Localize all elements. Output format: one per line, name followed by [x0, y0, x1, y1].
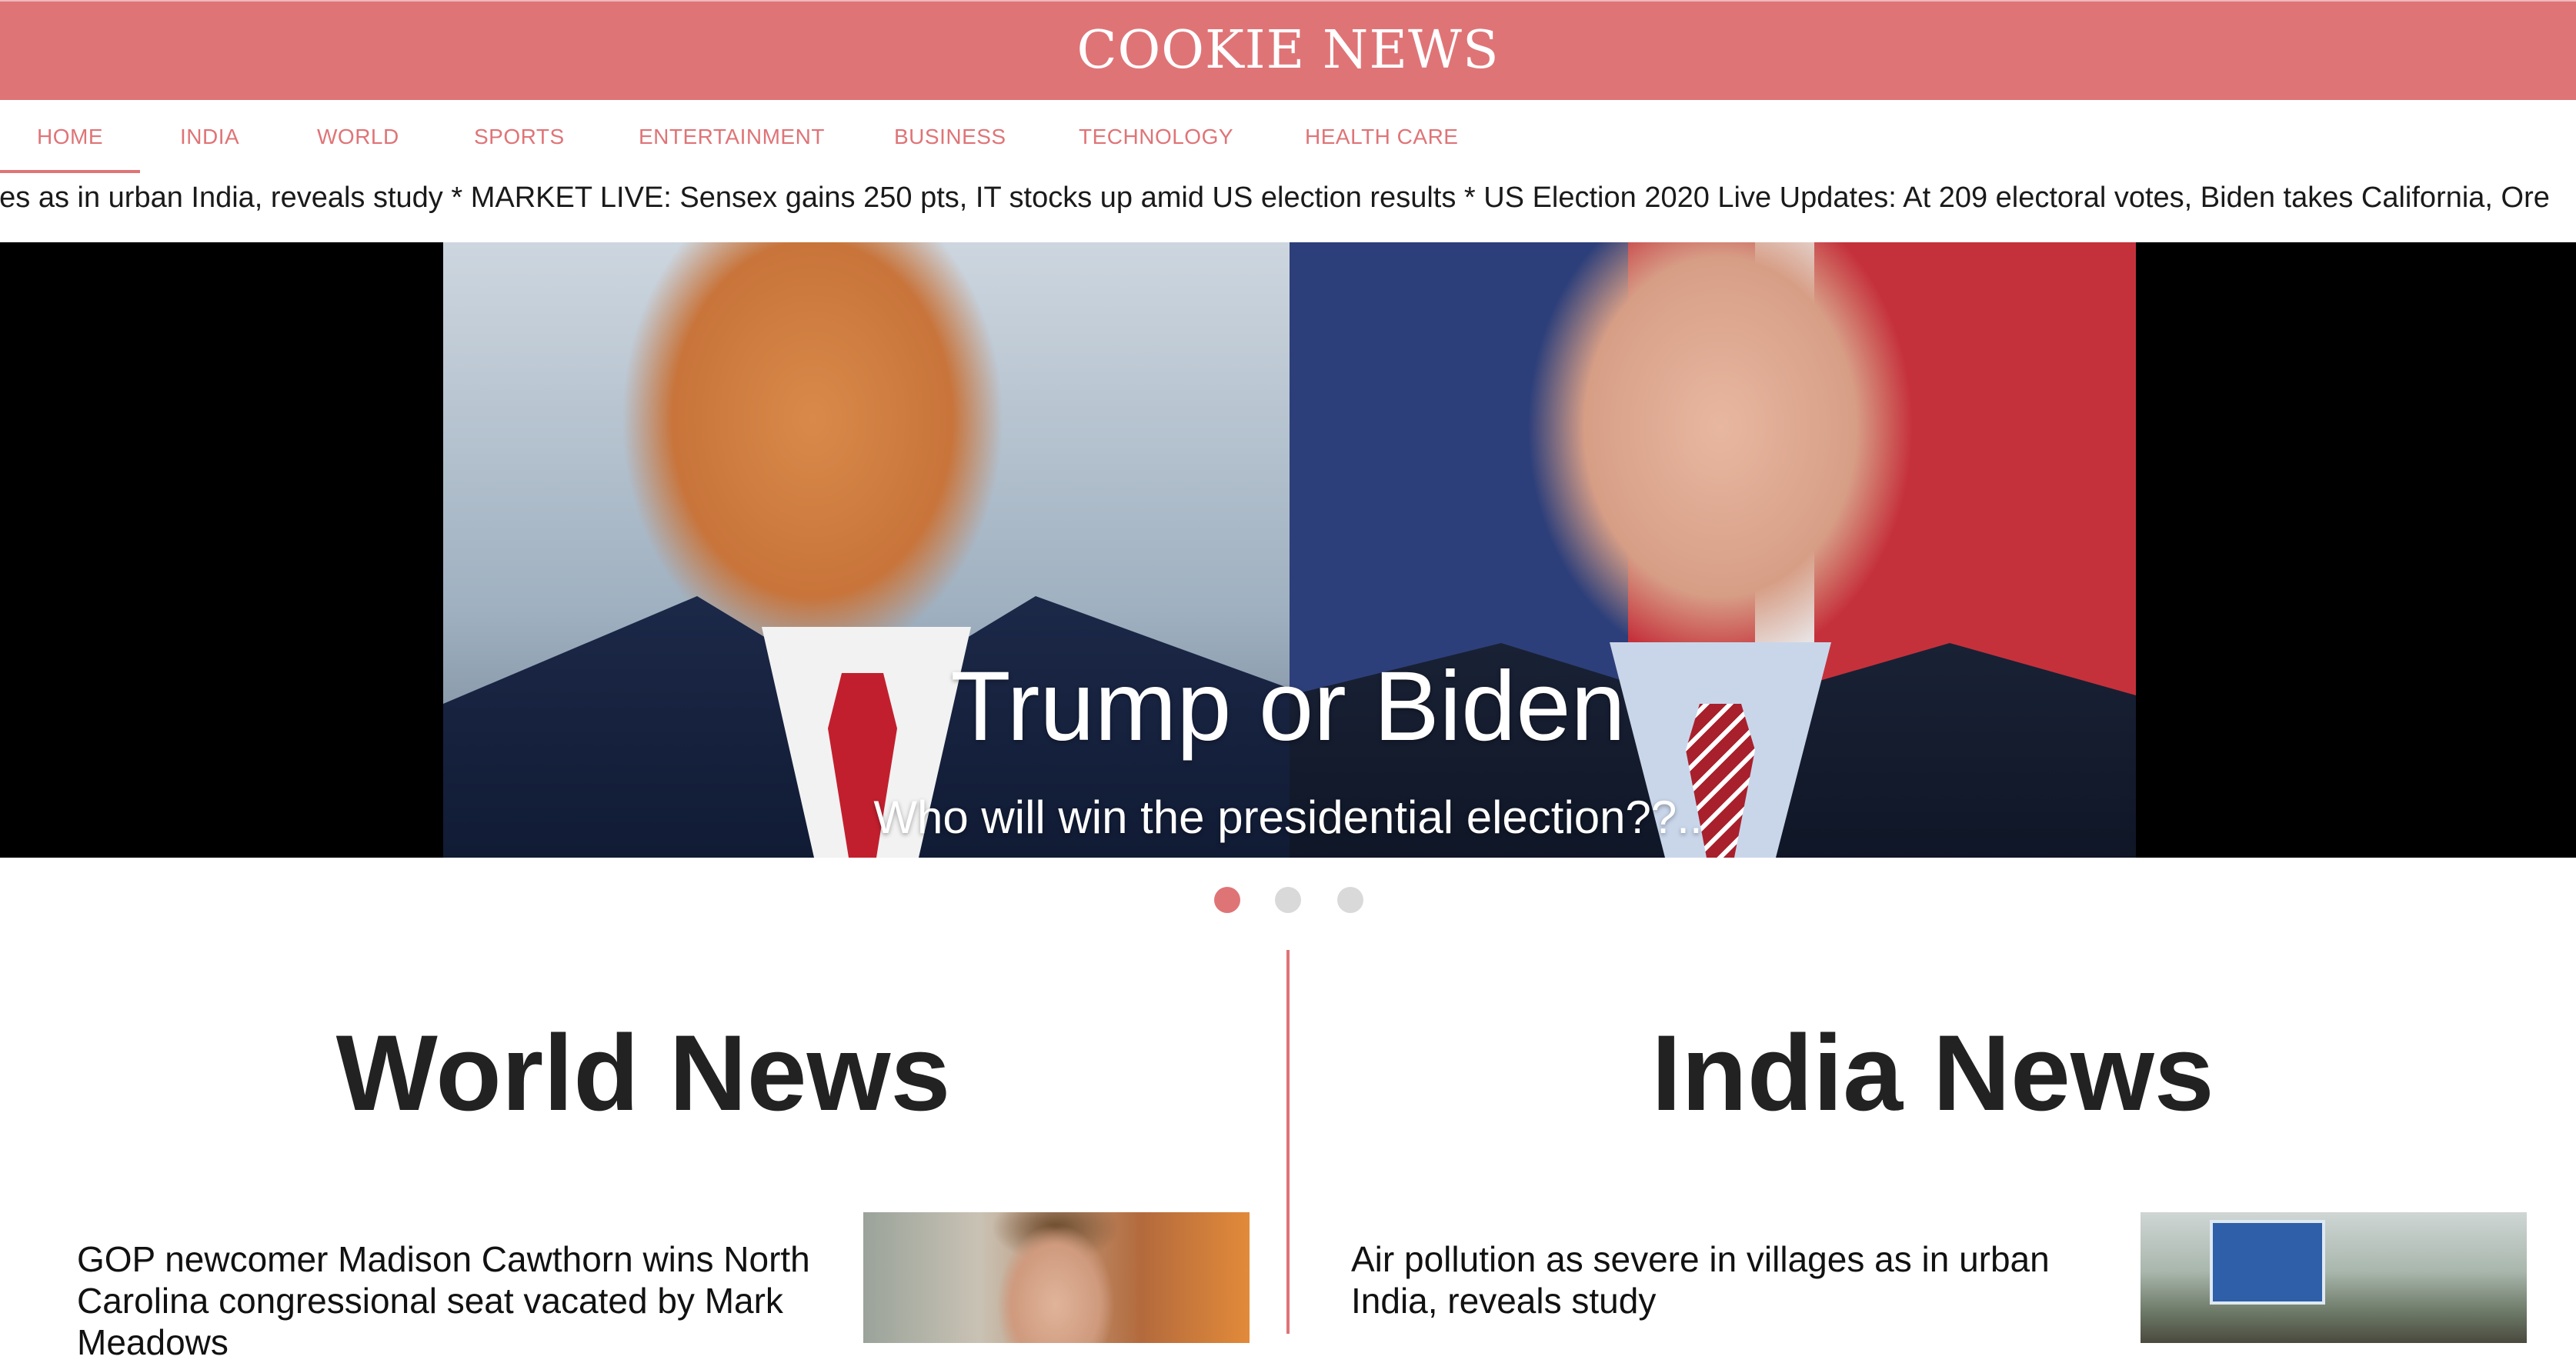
section-divider	[1286, 950, 1290, 1334]
carousel-dot-3[interactable]	[1337, 887, 1363, 913]
carousel-indicators	[0, 887, 2576, 913]
hero-subtitle: Who will win the presidential election??…	[873, 791, 1703, 843]
billboard-sign	[2210, 1220, 2325, 1305]
nav-item-sports[interactable]: SPORTS	[474, 100, 565, 173]
nav-item-business[interactable]: BUSINESS	[894, 100, 1006, 173]
hero-image-left-portrait	[443, 242, 1290, 858]
world-article-title[interactable]: GOP newcomer Madison Cawthorn wins North…	[77, 1238, 831, 1363]
world-news-heading[interactable]: World News	[0, 1011, 1286, 1135]
nav-item-india[interactable]: INDIA	[180, 100, 239, 173]
nav-item-world[interactable]: WORLD	[317, 100, 399, 173]
carousel-dot-1[interactable]	[1214, 887, 1240, 913]
india-article-title[interactable]: Air pollution as severe in villages as i…	[1351, 1238, 2105, 1321]
site-logo[interactable]: COOKIE NEWS	[1076, 25, 1499, 77]
hero-title: Trump or Biden	[950, 652, 1626, 761]
nav-item-technology[interactable]: TECHNOLOGY	[1079, 100, 1233, 173]
nav-item-home[interactable]: HOME	[0, 100, 140, 173]
india-article-thumbnail[interactable]	[2141, 1212, 2527, 1343]
hero-image-right-portrait	[1290, 242, 2136, 858]
nav-item-entertainment[interactable]: ENTERTAINMENT	[639, 100, 825, 173]
nav-item-health-care[interactable]: HEALTH CARE	[1305, 100, 1458, 173]
ticker-text[interactable]: ges as in urban India, reveals study * M…	[0, 173, 2550, 222]
hero-carousel[interactable]: Trump or Biden Who will win the presiden…	[0, 242, 2576, 858]
world-article-thumbnail[interactable]	[863, 1212, 1250, 1343]
site-header: COOKIE NEWS	[0, 0, 2576, 100]
hero-image	[443, 242, 2136, 858]
india-news-heading[interactable]: India News	[1290, 1011, 2576, 1135]
news-ticker: ges as in urban India, reveals study * M…	[0, 173, 2576, 242]
carousel-dot-2[interactable]	[1275, 887, 1301, 913]
main-nav: HOME INDIA WORLD SPORTS ENTERTAINMENT BU…	[0, 100, 2576, 173]
